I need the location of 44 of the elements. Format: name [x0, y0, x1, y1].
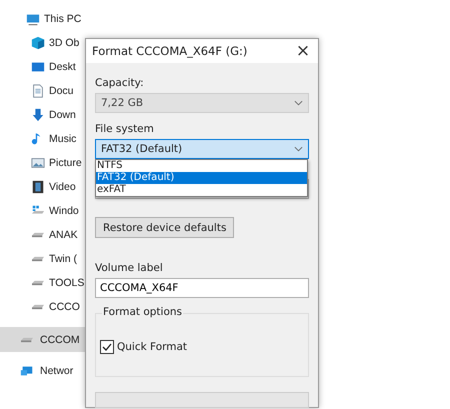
chevron-icon: [294, 100, 303, 106]
picture-icon: [31, 156, 45, 170]
volume-label-field[interactable]: CCCOMA_X64F: [95, 278, 309, 298]
nav-item[interactable]: 3D Ob: [49, 37, 80, 49]
drive-icon: [31, 232, 45, 238]
film-icon: [31, 180, 45, 194]
drive-icon: [20, 336, 34, 342]
nav-item[interactable]: CCCO: [49, 301, 80, 313]
nav-item[interactable]: Networ: [0, 358, 85, 383]
dropdown-option[interactable]: NTFS: [96, 160, 307, 172]
dropdown-option[interactable]: exFAT: [96, 184, 307, 196]
drive-icon: [31, 256, 45, 262]
nav-item[interactable]: TOOLS: [49, 277, 84, 289]
nav-item[interactable]: Video: [49, 181, 76, 193]
down-arrow-icon: [31, 108, 45, 122]
drive-icon: [31, 280, 45, 286]
monitor-icon: [26, 12, 40, 26]
dropdown-option[interactable]: FAT32 (Default): [96, 172, 307, 184]
window-title: Format CCCOMA_X64F (G:): [92, 44, 248, 58]
nav-item[interactable]: CCCOM: [0, 327, 85, 352]
nav-item[interactable]: This PC: [44, 13, 82, 25]
checkbox[interactable]: [100, 340, 114, 354]
nav-item[interactable]: Picture: [49, 157, 82, 169]
drive-icon: [31, 304, 45, 310]
chevron-icon: [294, 146, 303, 152]
cube-icon: [31, 36, 45, 50]
nav-item[interactable]: Music: [49, 133, 76, 145]
group-label: Format options: [102, 306, 184, 318]
field-label: Volume label: [95, 262, 164, 274]
restore-defaults-button[interactable]: Restore device defaults: [95, 217, 234, 238]
field-label: Capacity:: [95, 77, 145, 89]
nav-item[interactable]: Twin (: [49, 253, 78, 265]
field-label: File system: [95, 123, 155, 135]
nav-item[interactable]: Deskt: [49, 61, 76, 73]
checkbox-label: Quick Format: [117, 341, 188, 353]
document-icon: [31, 84, 45, 98]
close-button[interactable]: ×: [288, 39, 318, 63]
file-system-dropdown[interactable]: FAT32 (Default): [95, 139, 309, 159]
monitor-icon: [31, 60, 45, 74]
nav-item[interactable]: Windo: [49, 205, 79, 217]
nav-item[interactable]: Down: [49, 109, 76, 121]
network-icon: [20, 364, 34, 378]
nav-item[interactable]: Docu: [49, 85, 74, 97]
nav-item[interactable]: ANAK: [49, 229, 78, 241]
